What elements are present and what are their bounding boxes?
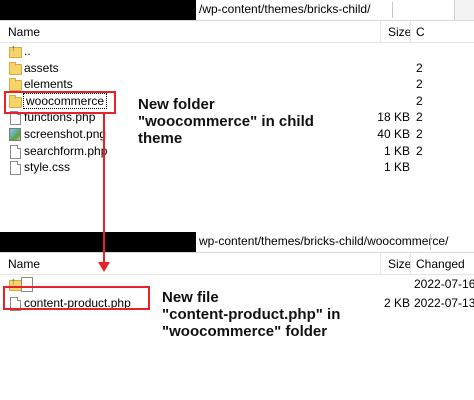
column-separator[interactable] <box>410 21 411 42</box>
list-item[interactable]: assets 2 <box>0 60 474 77</box>
file-size: 1 KB <box>383 160 410 175</box>
column-name[interactable]: Name <box>8 25 40 39</box>
changed-truncated: 2 <box>416 126 423 141</box>
file-changed: 2022-07-13 <box>414 296 474 310</box>
column-header: Name Size Changed <box>0 253 474 275</box>
column-size[interactable]: Size <box>388 25 411 39</box>
css-file-icon <box>10 161 21 176</box>
folder-icon <box>9 78 22 92</box>
column-separator[interactable] <box>380 253 381 274</box>
path-text: wp-content/themes/bricks-child/woocommer… <box>199 234 449 248</box>
changed-truncated: 2 <box>416 143 423 158</box>
changed-truncated: 2 <box>416 93 423 108</box>
image-file-icon <box>9 127 21 141</box>
changed-truncated: 2 <box>416 110 423 125</box>
file-changed: 2022-07-16 <box>414 277 474 291</box>
column-size[interactable]: Size <box>388 257 411 271</box>
file-name: style.css <box>24 160 71 175</box>
parent-folder-icon <box>9 43 22 58</box>
file-size: 40 KB <box>377 126 410 141</box>
address-bar[interactable]: /wp-content/themes/bricks-child/ <box>0 0 474 21</box>
highlight-folder-box <box>4 91 116 114</box>
file-name: searchform.php <box>24 143 108 158</box>
file-size: 18 KB <box>377 110 410 125</box>
file-annotation: New file "content-product.php" in "wooco… <box>162 289 341 340</box>
file-size: 1 KB <box>383 143 410 158</box>
file-name: elements <box>24 77 73 92</box>
file-size: 2 KB <box>383 296 410 310</box>
php-file-icon <box>10 144 21 159</box>
column-header: Name Size C <box>0 21 474 43</box>
address-bar[interactable]: wp-content/themes/bricks-child/woocommer… <box>0 232 474 253</box>
column-separator[interactable] <box>380 21 381 42</box>
column-changed[interactable]: Changed <box>416 257 465 271</box>
list-item[interactable]: .. <box>0 43 474 60</box>
file-name: screenshot.png <box>24 126 107 141</box>
path-text: /wp-content/themes/bricks-child/ <box>199 2 371 16</box>
redacted-path-segment <box>0 0 196 20</box>
file-name: .. <box>24 44 31 58</box>
folder-annotation: New folder "woocommerce" in child theme <box>138 96 314 147</box>
file-name: assets <box>24 60 59 75</box>
top-file-listing: /wp-content/themes/bricks-child/ Name Si… <box>0 0 474 178</box>
redacted-path-segment <box>0 232 196 252</box>
column-changed[interactable]: C <box>416 25 425 39</box>
column-separator[interactable] <box>410 253 411 274</box>
highlight-file-box <box>3 286 150 310</box>
path-dropdown[interactable] <box>430 234 441 250</box>
folder-icon <box>9 61 22 75</box>
changed-truncated: 2 <box>416 77 423 92</box>
column-name[interactable]: Name <box>8 257 40 271</box>
path-dropdown[interactable] <box>392 2 413 18</box>
list-item[interactable]: style.css 1 KB <box>0 159 474 176</box>
changed-truncated: 2 <box>416 60 423 75</box>
path-nav-button[interactable] <box>454 0 474 20</box>
